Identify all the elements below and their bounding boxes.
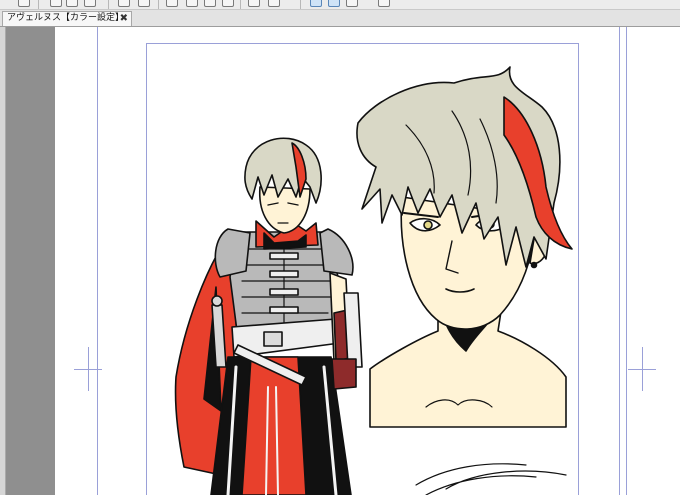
document-tab-title: アヴェルヌス【カラー設定】 xyxy=(7,13,125,23)
toolbar-divider xyxy=(108,0,109,9)
clear-icon[interactable] xyxy=(186,0,198,7)
earring xyxy=(530,261,538,269)
belt-buckle xyxy=(263,331,283,347)
tab-bar: アヴェルヌス【カラー設定】 ✖ xyxy=(0,10,680,27)
armor-buckle-4 xyxy=(269,306,299,314)
left-pauldron xyxy=(214,228,251,278)
toolbar-divider xyxy=(240,0,241,9)
save-icon[interactable] xyxy=(84,0,96,7)
toolbar-divider xyxy=(300,0,301,9)
rough-sketch-lines xyxy=(415,463,567,495)
right-pauldron xyxy=(319,228,354,276)
fill-icon[interactable] xyxy=(248,0,260,7)
main-toolbar xyxy=(0,0,680,10)
toolbar-divider xyxy=(158,0,159,9)
canvas-area[interactable] xyxy=(6,27,680,495)
new-file-icon[interactable] xyxy=(50,0,62,7)
arm-shield xyxy=(343,292,363,368)
armor-buckle-1 xyxy=(269,252,299,260)
gloved-hand xyxy=(331,358,357,390)
redo-icon[interactable] xyxy=(138,0,150,7)
selection-icon[interactable] xyxy=(166,0,178,7)
layer-icon[interactable] xyxy=(222,0,234,7)
snap-grid-icon[interactable] xyxy=(328,0,340,7)
armor-buckle-3 xyxy=(269,288,299,296)
body-face xyxy=(259,186,311,234)
armor-buckle-2 xyxy=(269,270,299,278)
toolbar-divider xyxy=(38,0,39,9)
settings-icon[interactable] xyxy=(378,0,390,7)
sword-pommel xyxy=(211,295,223,307)
snap-guide-icon[interactable] xyxy=(346,0,358,7)
document-tab[interactable]: アヴェルヌス【カラー設定】 ✖ xyxy=(2,11,132,26)
transform-icon[interactable] xyxy=(204,0,216,7)
undo-icon[interactable] xyxy=(118,0,130,7)
character-artwork xyxy=(174,66,573,495)
snap-icon[interactable] xyxy=(310,0,322,7)
gear-icon[interactable] xyxy=(18,0,30,7)
close-icon[interactable]: ✖ xyxy=(120,13,128,25)
open-file-icon[interactable] xyxy=(66,0,78,7)
ruler-icon[interactable] xyxy=(268,0,280,7)
left-iris xyxy=(423,220,433,230)
